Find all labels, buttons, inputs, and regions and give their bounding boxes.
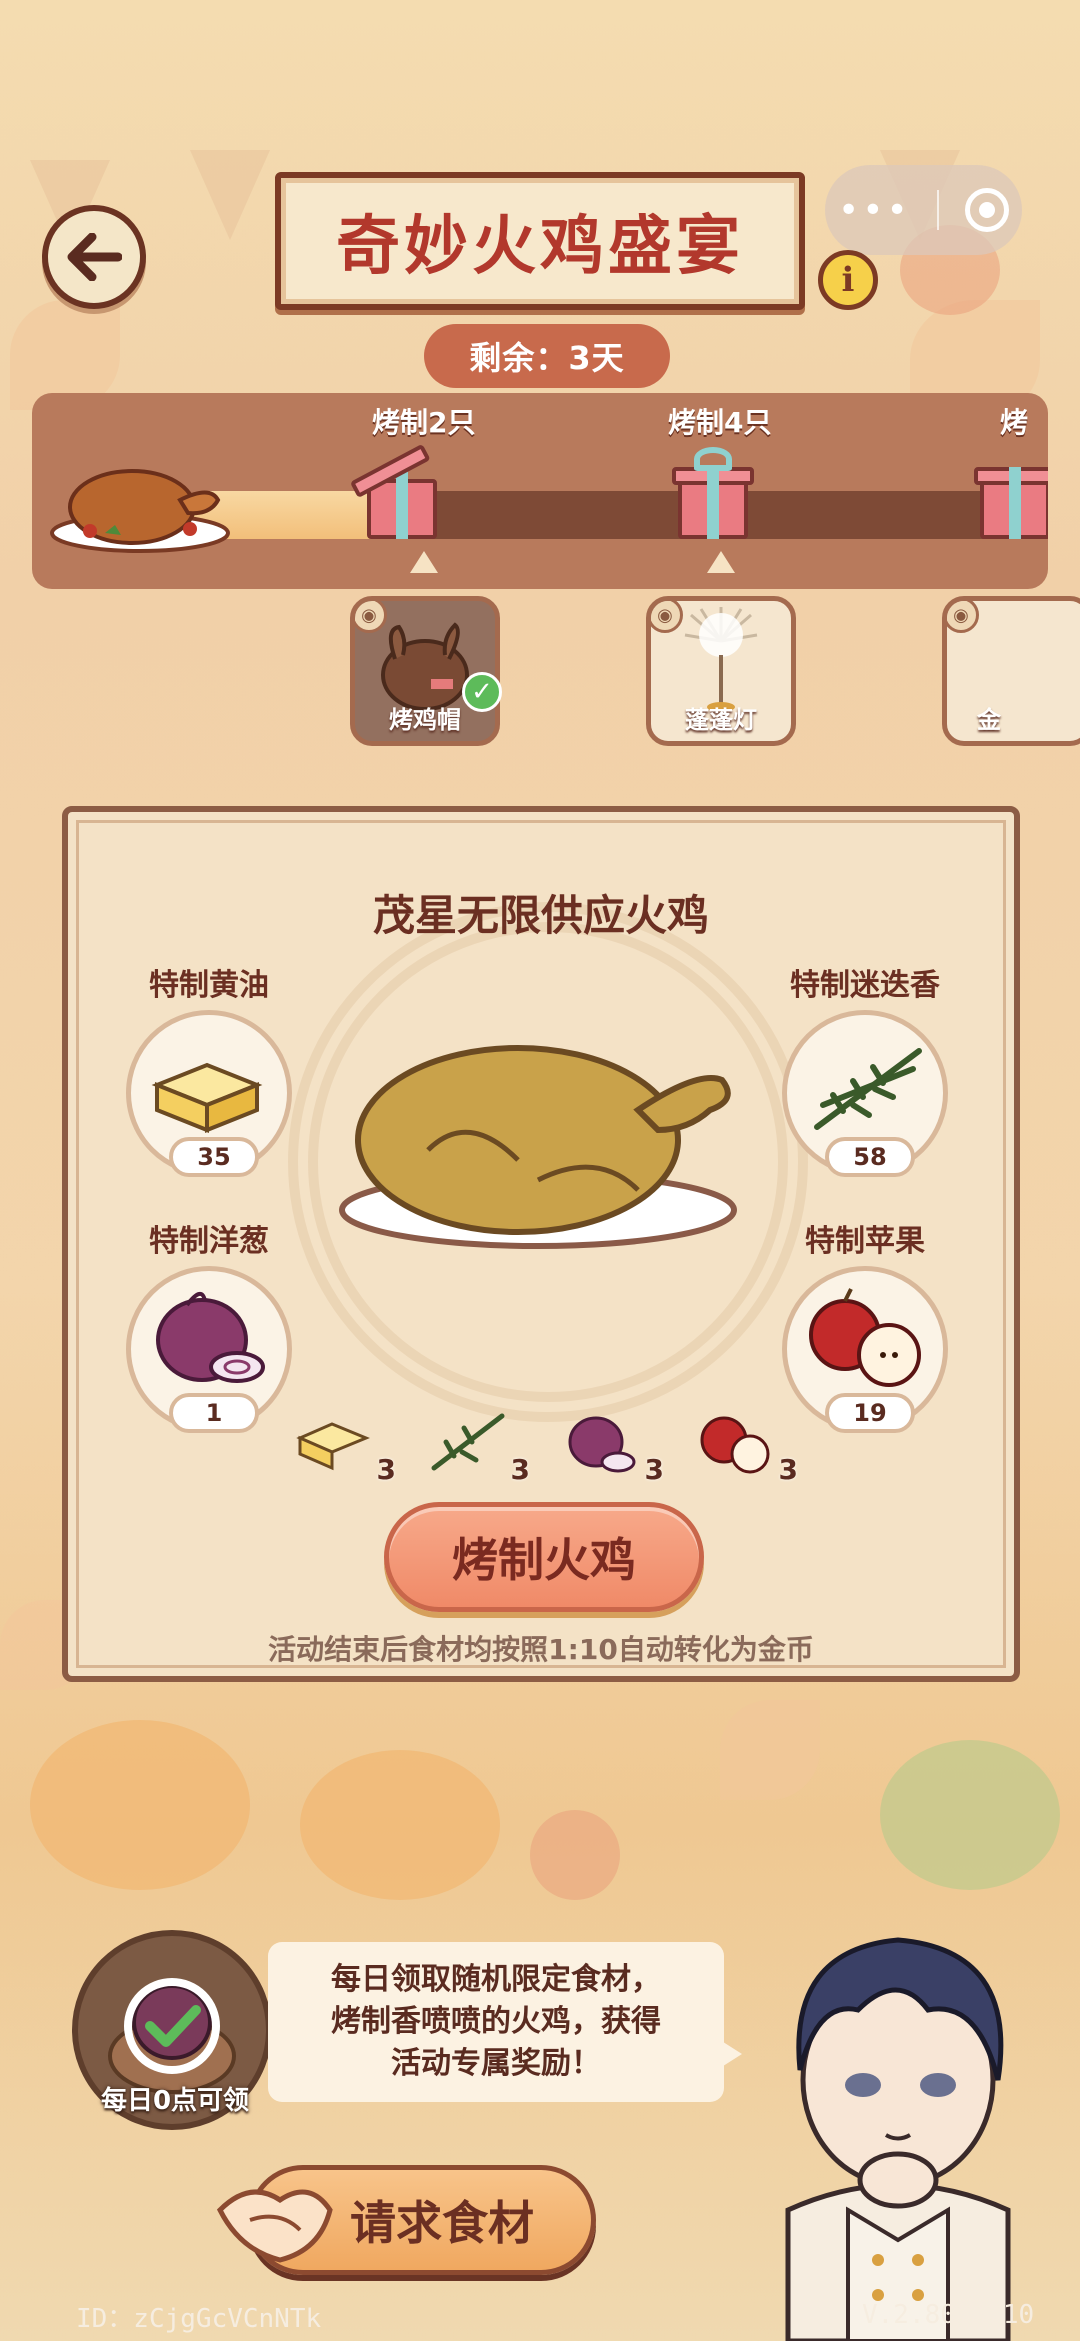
apple-icon bbox=[809, 1288, 921, 1387]
milestone-marker bbox=[707, 551, 735, 573]
daily-claim-label: 每日0点可领 bbox=[100, 2086, 250, 2116]
mini-program-capsule: ••• bbox=[825, 165, 1022, 255]
cost-rosemary: 3 bbox=[428, 1406, 530, 1486]
progress-track bbox=[192, 491, 1048, 539]
ingredient-slot: 1 bbox=[126, 1266, 292, 1433]
chef-character bbox=[785, 1937, 1011, 2341]
ingredient-slot: 19 bbox=[782, 1266, 948, 1433]
cost-onion: 3 bbox=[562, 1406, 664, 1486]
ingredient-name: 特制黄油 bbox=[149, 968, 269, 1003]
ingredient-count: 35 bbox=[169, 1137, 259, 1177]
bubble-line: 活动专属奖励！ bbox=[391, 2046, 601, 2081]
reward-label: 蓬蓬灯 bbox=[685, 706, 757, 734]
bunting-flag bbox=[190, 150, 270, 240]
speech-bubble: 每日领取随机限定食材， 烤制香喷喷的火鸡，获得 活动专属奖励！ bbox=[268, 1942, 724, 2102]
handshake-icon bbox=[216, 2189, 333, 2263]
milestone-label: 烤制4只 bbox=[668, 406, 772, 439]
ingredient-count: 58 bbox=[825, 1137, 915, 1177]
bubble-line: 每日领取随机限定食材， bbox=[331, 1962, 661, 1997]
leaf-decor bbox=[720, 1700, 820, 1800]
ingredient-count: 19 bbox=[825, 1393, 915, 1433]
milestone-label: 烤制2只 bbox=[372, 406, 476, 439]
back-arrow-icon bbox=[67, 233, 122, 281]
cost-count: 3 bbox=[778, 1453, 798, 1486]
onion-icon bbox=[568, 1416, 636, 1473]
owned-check-icon: ✓ bbox=[462, 672, 502, 712]
ingredient-count: 1 bbox=[169, 1393, 259, 1433]
ingredient-onion: 特制洋葱 1 bbox=[124, 1216, 294, 1433]
cost-butter: 3 bbox=[294, 1406, 396, 1486]
roast-turkey-plate-icon bbox=[50, 469, 230, 553]
pumpkin-decor bbox=[300, 1750, 500, 1900]
apple-icon bbox=[700, 1416, 770, 1474]
page-title: 奇妙火鸡盛宴 bbox=[275, 172, 805, 310]
pumpkin-decor bbox=[30, 1720, 250, 1890]
milestone-label: 烤 bbox=[1000, 406, 1029, 439]
milestone-marker bbox=[410, 551, 438, 573]
reward-label: 金 bbox=[977, 706, 1001, 734]
capsule-divider bbox=[936, 190, 939, 230]
close-program-icon[interactable] bbox=[964, 188, 1009, 232]
ingredient-name: 特制洋葱 bbox=[149, 1224, 269, 1259]
bubble-tail bbox=[720, 2040, 742, 2068]
pompom-lamp-icon bbox=[684, 607, 758, 712]
reward-card[interactable]: ◉ 蓬蓬灯 bbox=[646, 596, 796, 746]
ingredient-rosemary: 特制迷迭香 58 bbox=[780, 960, 950, 1177]
milestone-gift[interactable] bbox=[672, 447, 754, 539]
info-button[interactable]: i bbox=[818, 250, 878, 310]
rosemary-icon bbox=[814, 1048, 922, 1130]
panel-title: 茂星无限供应火鸡 bbox=[372, 891, 709, 940]
ingredient-butter: 特制黄油 35 bbox=[124, 960, 294, 1177]
more-options-icon[interactable]: ••• bbox=[838, 190, 911, 231]
back-button[interactable] bbox=[42, 205, 146, 309]
milestone-gift[interactable] bbox=[974, 449, 1048, 539]
rosemary-icon bbox=[431, 1413, 505, 1471]
cost-count: 3 bbox=[510, 1453, 530, 1486]
roast-turkey-button[interactable]: 烤制火鸡 bbox=[384, 1502, 704, 1612]
cost-count: 3 bbox=[376, 1453, 396, 1486]
ingredient-name: 特制迷迭香 bbox=[790, 968, 940, 1003]
ingredient-slot: 58 bbox=[782, 1010, 948, 1177]
milestone-gift-opened[interactable] bbox=[349, 443, 437, 539]
ingredient-name: 特制苹果 bbox=[805, 1224, 925, 1259]
ingredient-apple: 特制苹果 19 bbox=[780, 1216, 950, 1433]
user-id: ID：zCjgGcVCnNTk bbox=[76, 2304, 322, 2334]
bubble-line: 烤制香喷喷的火鸡，获得 bbox=[331, 2004, 661, 2039]
conversion-note: 活动结束后食材均按照1:10自动转化为金币 bbox=[268, 1633, 814, 1666]
cost-apple: 3 bbox=[696, 1406, 798, 1486]
butter-icon bbox=[296, 1422, 370, 1471]
pumpkin-decor bbox=[880, 1740, 1060, 1890]
raw-turkey-icon bbox=[339, 1045, 737, 1249]
reward-card[interactable]: ◉ 金 bbox=[942, 596, 1080, 746]
preview-eye-icon[interactable]: ◉ bbox=[947, 601, 979, 633]
remaining-time-badge: 剩余：3天 bbox=[424, 324, 670, 388]
cost-count: 3 bbox=[644, 1453, 664, 1486]
reward-card[interactable]: ◉ 烤鸡帽 bbox=[350, 596, 500, 746]
onion-icon bbox=[156, 1292, 265, 1383]
ingredient-slot: 35 bbox=[126, 1010, 292, 1177]
apple-decor bbox=[530, 1810, 620, 1900]
version-text: V.2.80.0_10 bbox=[862, 2300, 1035, 2330]
turkey-crafting-panel: 茂星无限供应火鸡 特制黄油 35 特制迷迭香 58 特制洋葱 1 特制苹果 19… bbox=[62, 806, 1020, 1682]
butter-icon bbox=[151, 1062, 263, 1133]
